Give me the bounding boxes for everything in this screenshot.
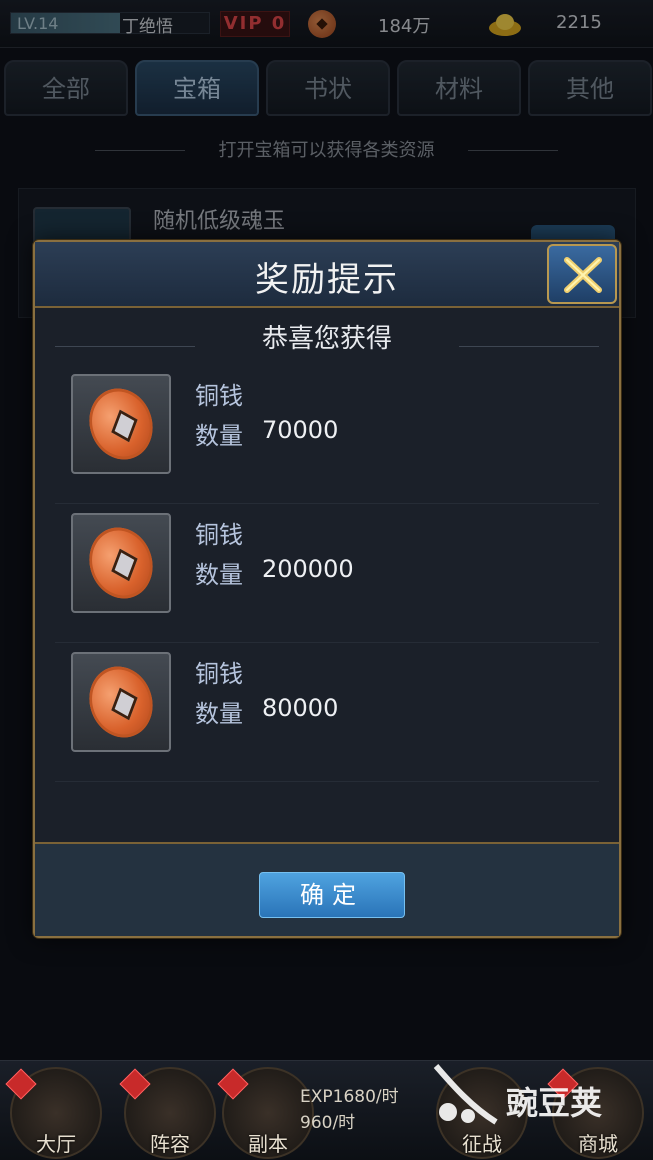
reward-row: 铜钱 数量 200000 xyxy=(55,505,599,643)
item-frame[interactable] xyxy=(71,513,171,613)
nav-label: 大厅 xyxy=(36,1132,76,1156)
copper-coin-icon xyxy=(79,518,163,608)
quantity-label: 数量 xyxy=(195,700,243,728)
copper-coin-icon xyxy=(79,657,163,747)
quantity-value: 200000 xyxy=(262,555,354,583)
nav-label: 商城 xyxy=(578,1132,618,1156)
reward-row: 铜钱 数量 70000 xyxy=(55,366,599,504)
divider xyxy=(459,346,599,347)
dialog-subtitle: 恭喜您获得 xyxy=(261,324,392,354)
confirm-button[interactable]: 确定 xyxy=(259,872,405,918)
idle-rates: EXP1680/时 960/时 xyxy=(300,1084,399,1136)
nav-label: 征战 xyxy=(462,1132,502,1156)
dialog-title: 奖励提示 xyxy=(255,260,399,300)
copper-coin-icon xyxy=(79,379,163,469)
item-frame[interactable] xyxy=(71,374,171,474)
nav-hall[interactable]: 大厅 xyxy=(5,1067,106,1159)
copper-rate: 960/时 xyxy=(300,1113,356,1133)
quantity-value: 70000 xyxy=(262,416,339,444)
nav-lineup[interactable]: 阵容 xyxy=(119,1067,220,1159)
reward-name: 铜钱 xyxy=(195,521,243,549)
quantity-value: 80000 xyxy=(262,694,339,722)
dialog-header: 奖励提示 xyxy=(35,242,619,308)
dialog-footer: 确定 xyxy=(35,842,619,936)
watermark-text: 豌豆荚 xyxy=(506,1084,603,1122)
reward-dialog: 奖励提示 恭喜您获得 铜钱 数量 70000 铜钱 数量 200000 铜钱 数… xyxy=(33,240,621,938)
wandoujia-logo-icon xyxy=(433,1064,498,1125)
watermark: 豌豆荚 xyxy=(430,1062,630,1132)
reward-name: 铜钱 xyxy=(195,382,243,410)
quantity-label: 数量 xyxy=(195,561,243,589)
reward-row: 铜钱 数量 80000 xyxy=(55,644,599,782)
quantity-label: 数量 xyxy=(195,422,243,450)
item-frame[interactable] xyxy=(71,652,171,752)
divider xyxy=(55,346,195,347)
close-button[interactable] xyxy=(547,244,617,304)
close-icon xyxy=(564,257,602,293)
exp-rate: EXP1680/时 xyxy=(300,1087,399,1107)
reward-name: 铜钱 xyxy=(195,660,243,688)
nav-label: 阵容 xyxy=(150,1132,190,1156)
